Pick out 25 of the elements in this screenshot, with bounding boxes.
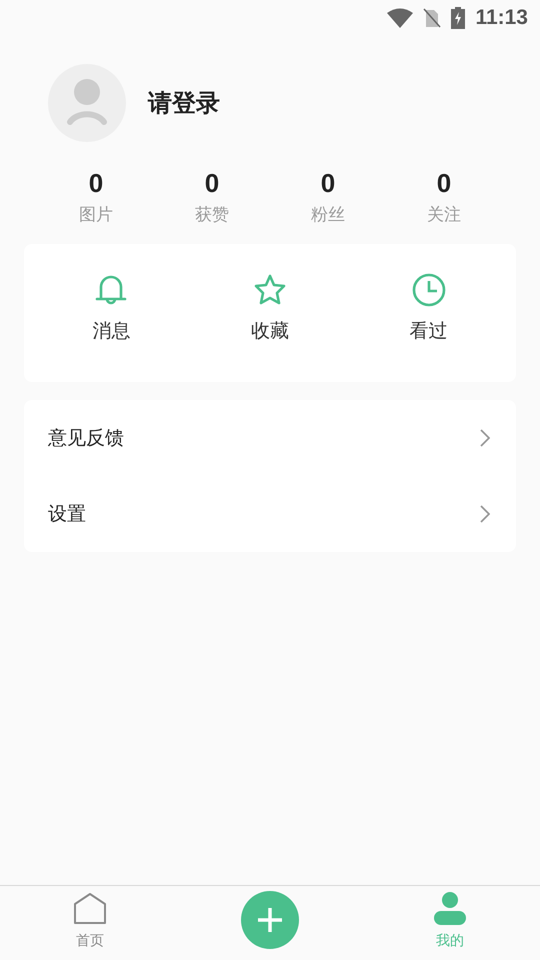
stat-label: 图片 (79, 204, 113, 226)
chevron-right-icon (480, 505, 490, 523)
shortcut-button[interactable]: 收藏 (250, 272, 289, 344)
stat-value: 0 (436, 168, 452, 199)
shortcut-button[interactable]: 消息 (92, 272, 130, 344)
stat-value: 0 (88, 168, 104, 199)
stat-value: 0 (204, 168, 220, 199)
status-time: 11:13 (475, 6, 528, 30)
stat-label: 关注 (427, 204, 461, 226)
shortcut-button[interactable]: 看过 (410, 272, 448, 344)
clock-icon (410, 272, 447, 308)
menu-item[interactable]: 设置 (24, 476, 516, 552)
no-sim-icon (423, 8, 442, 28)
stat-value: 0 (320, 168, 336, 199)
wifi-icon (387, 8, 414, 28)
login-prompt[interactable]: 请登录 (148, 87, 220, 119)
chevron-right-icon (480, 429, 490, 447)
person-icon (433, 892, 467, 926)
stat-label: 粉丝 (311, 204, 345, 226)
plus-icon (258, 908, 282, 932)
home-icon (73, 892, 107, 926)
avatar[interactable] (48, 64, 126, 142)
battery-charging-icon (451, 7, 466, 29)
menu-item[interactable]: 意见反馈 (24, 400, 516, 476)
stat-label: 获赞 (195, 204, 229, 226)
